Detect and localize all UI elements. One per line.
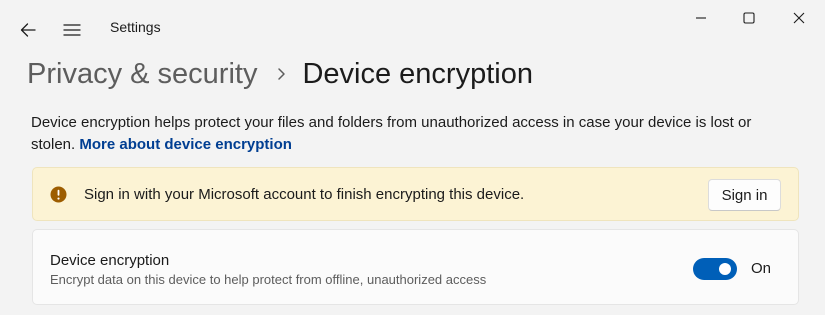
close-button[interactable] [776,2,822,34]
arrow-left-icon [20,23,36,37]
setting-description: Encrypt data on this device to help prot… [50,272,487,287]
close-icon [793,12,805,24]
breadcrumb: Privacy & security Device encryption [27,52,533,96]
signin-warning-banner: Sign in with your Microsoft account to f… [32,167,799,221]
device-encryption-setting-card: Device encryption Encrypt data on this d… [32,229,799,305]
more-about-encryption-link[interactable]: More about device encryption [79,136,292,153]
app-title: Settings [110,19,161,35]
breadcrumb-parent-link[interactable]: Privacy & security [27,58,257,91]
page-title: Device encryption [302,57,533,90]
hamburger-icon [63,24,81,36]
minimize-button[interactable] [678,2,724,34]
minimize-icon [696,17,706,19]
maximize-button[interactable] [726,2,772,34]
warning-message: Sign in with your Microsoft account to f… [84,186,525,203]
setting-title: Device encryption [50,252,170,269]
navigation-menu-button[interactable] [54,14,90,46]
toggle-knob [719,263,731,275]
chevron-right-icon [277,67,286,81]
title-bar: Settings [0,0,825,58]
warning-circle-icon [50,186,67,203]
device-encryption-toggle[interactable] [693,258,737,280]
maximize-icon [743,12,755,24]
sign-in-button[interactable]: Sign in [708,179,781,211]
back-button[interactable] [10,14,46,46]
page-description: Device encryption helps protect your fil… [31,112,791,156]
toggle-state-label: On [751,260,772,277]
